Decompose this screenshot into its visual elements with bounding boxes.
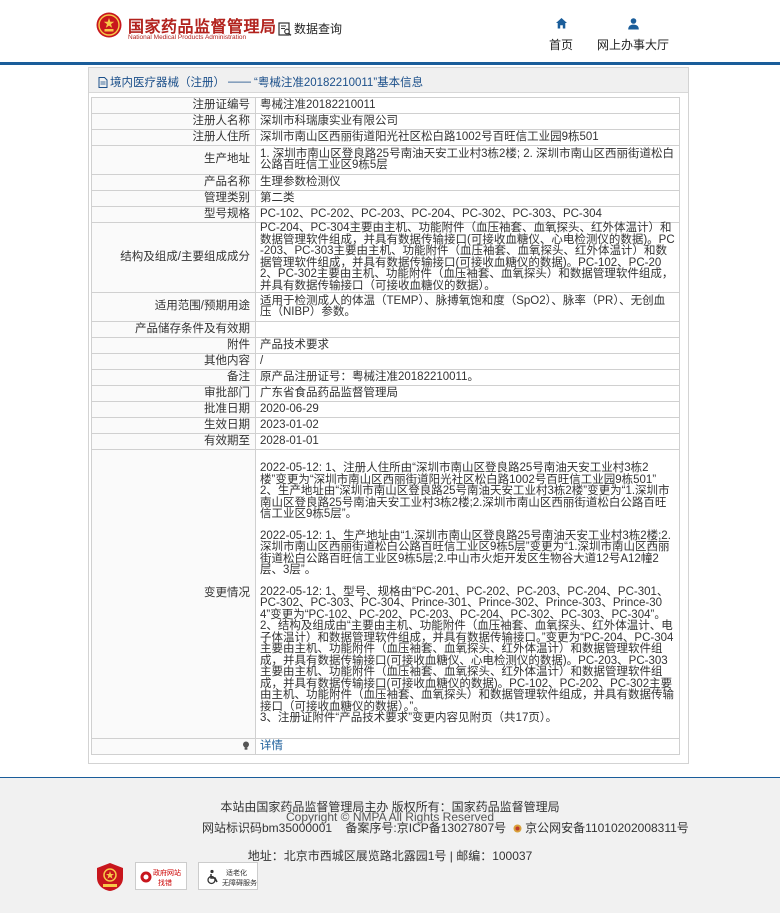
row-label: 产品名称 xyxy=(91,174,256,191)
table-row-attachment: 附件 产品技术要求 xyxy=(91,337,680,354)
gov-site-error-report-badge[interactable]: 政府网站 找错 xyxy=(135,862,187,890)
party-org-badge-icon[interactable] xyxy=(95,862,125,892)
row-value: 生理参数检测仪 xyxy=(255,174,680,191)
data-query-link[interactable]: 数据查询 xyxy=(278,20,342,37)
footer-site-id: 网站标识码bm35000001 xyxy=(202,821,333,835)
table-row-production-address: 生产地址 1. 深圳市南山区登良路25号南油天安工业村3栋2楼; 2. 深圳市南山… xyxy=(91,145,680,175)
row-value: 第二类 xyxy=(255,190,680,207)
row-value: PC-102、PC-202、PC-203、PC-204、PC-302、PC-30… xyxy=(255,206,680,223)
gov-site-badge-line2: 找错 xyxy=(158,880,172,887)
nav-online-service-hall-label: 网上办事大厅 xyxy=(596,38,669,52)
row-label: 注册人名称 xyxy=(91,113,256,130)
row-value: 2020-06-29 xyxy=(255,401,680,418)
data-query-label: 数据查询 xyxy=(294,22,343,36)
row-label: 生效日期 xyxy=(91,417,256,434)
gov-site-logo-icon xyxy=(140,871,152,883)
row-label: 生产地址 xyxy=(91,145,256,175)
row-value: 产品技术要求 xyxy=(255,337,680,354)
row-label: 附件 xyxy=(91,337,256,354)
footer-police-link[interactable]: 京公网安备11010202008311号 xyxy=(525,821,689,835)
row-value: 原产品注册证号：粤械注准20182210011。 xyxy=(255,369,680,386)
site-header: 国家药品监督管理局 National Medical Products Admi… xyxy=(0,0,780,62)
change-entry: 2022-05-12: 1、型号、规格由“PC-201、PC-202、PC-20… xyxy=(260,585,674,725)
change-entry: 2022-05-12: 1、注册人住所由“深圳市南山区登良路25号南油天安工业村… xyxy=(260,462,670,521)
table-row-expiry-date: 有效期至 2028-01-01 xyxy=(91,433,680,450)
record-info-body: 注册证编号 粤械注准20182210011 注册人名称 深圳市科瑞康实业有限公司 注册人… xyxy=(91,97,680,755)
gov-site-badge-line1: 政府网站 xyxy=(153,870,181,877)
panel-header: 境内医疗器械（注册） —— “粤械注准20182210011”基本信息 xyxy=(89,68,688,93)
detail-value-cell: 详情 xyxy=(255,738,680,755)
nav-home[interactable]: 首页 xyxy=(547,17,575,53)
site-footer: 本站由国家药品监督管理局主办 版权所有：国家药品监督管理局 Copyright … xyxy=(0,778,780,913)
footer-registration: 网站标识码bm35000001 备案序号:京ICP备13027807号 京公网安… xyxy=(202,822,702,834)
table-row-structure-composition: 结构及组成/主要组成成分 PC-204、PC-304主要由主机、功能附件（血压袖套… xyxy=(91,222,680,293)
table-row-model-spec: 型号规格 PC-102、PC-202、PC-203、PC-204、PC-302、P… xyxy=(91,206,680,223)
table-row-registration-number: 注册证编号 粤械注准20182210011 xyxy=(91,97,680,114)
accessibility-badge-line1: 适老化 xyxy=(226,870,247,877)
detail-link[interactable]: 详情 xyxy=(260,740,283,752)
breadcrumb-current-title: “粤械注准20182210011”基本信息 xyxy=(254,77,424,89)
record-panel: 境内医疗器械（注册） —— “粤械注准20182210011”基本信息 注册证编… xyxy=(88,67,689,764)
table-row-remarks: 备注 原产品注册证号：粤械注准20182210011。 xyxy=(91,369,680,386)
row-value: PC-204、PC-304主要由主机、功能附件（血压袖套、血氧探头、红外体温计）… xyxy=(255,222,680,293)
table-row-registrant-address: 注册人住所 深圳市南山区西丽街道阳光社区松白路1002号百旺信工业园9栋501 xyxy=(91,129,680,146)
table-row-detail: 详情 xyxy=(91,738,680,755)
site-logo-subtitle: National Medical Products Administration xyxy=(128,34,247,41)
police-badge-icon xyxy=(513,824,522,833)
row-label: 审批部门 xyxy=(91,385,256,402)
change-entry: 2022-05-12: 1、生产地址由“1.深圳市南山区登良路25号南油天安工业… xyxy=(260,529,671,577)
row-value: / xyxy=(255,353,680,370)
table-row-product-name: 产品名称 生理参数检测仪 xyxy=(91,174,680,191)
row-label: 型号规格 xyxy=(91,206,256,223)
table-row-registrant-name: 注册人名称 深圳市科瑞康实业有限公司 xyxy=(91,113,680,130)
table-row-management-class: 管理类别 第二类 xyxy=(91,190,680,207)
table-row-intended-use: 适用范围/预期用途 适用于检测成人的体温（TEMP）、脉搏氧饱和度（SpO2）、脉… xyxy=(91,292,680,322)
nav-online-service-hall[interactable]: 网上办事大厅 xyxy=(594,17,672,53)
row-label: 注册证编号 xyxy=(91,97,256,114)
row-value: 深圳市南山区西丽街道阳光社区松白路1002号百旺信工业园9栋501 xyxy=(255,129,680,146)
changes-content: 2022-05-12: 1、注册人住所由“深圳市南山区登良路25号南油天安工业村… xyxy=(255,449,680,739)
row-label: 变更情况 xyxy=(91,449,256,739)
row-label: 产品储存条件及有效期 xyxy=(91,321,256,338)
row-label: 适用范围/预期用途 xyxy=(91,292,256,322)
row-label: 批准日期 xyxy=(91,401,256,418)
row-label: 其他内容 xyxy=(91,353,256,370)
row-label: 注册人住所 xyxy=(91,129,256,146)
row-value: 1. 深圳市南山区登良路25号南油天安工业村3栋2楼; 2. 深圳市南山区西丽街… xyxy=(255,145,680,175)
record-info-table: 注册证编号 粤械注准20182210011 注册人名称 深圳市科瑞康实业有限公司 注册人… xyxy=(91,97,680,755)
row-value xyxy=(255,321,680,338)
table-row-changes: 变更情况 2022-05-12: 1、注册人住所由“深圳市南山区登良路25号南油天… xyxy=(91,449,680,739)
wheelchair-icon xyxy=(207,869,218,885)
detail-label-cell xyxy=(91,738,256,755)
row-value: 2023-01-02 xyxy=(255,417,680,434)
national-emblem-icon xyxy=(96,12,122,38)
table-row-other-content: 其他内容 / xyxy=(91,353,680,370)
breadcrumb-separator: —— xyxy=(228,76,251,88)
footer-icp-link[interactable]: 备案序号:京ICP备13027807号 xyxy=(345,821,506,835)
row-value: 适用于检测成人的体温（TEMP）、脉搏氧饱和度（SpO2）、脉率（PR）、无创血… xyxy=(255,292,680,322)
row-value: 粤械注准20182210011 xyxy=(255,97,680,114)
data-query-icon xyxy=(278,21,292,36)
row-label: 结构及组成/主要组成成分 xyxy=(91,222,256,293)
header-divider xyxy=(0,62,780,65)
row-value: 2028-01-01 xyxy=(255,433,680,450)
table-row-approval-dept: 审批部门 广东省食品药品监督管理局 xyxy=(91,385,680,402)
row-value: 深圳市科瑞康实业有限公司 xyxy=(255,113,680,130)
table-row-effective-date: 生效日期 2023-01-02 xyxy=(91,417,680,434)
accessibility-badge-line2: 无障碍服务 xyxy=(222,880,257,887)
home-icon xyxy=(555,18,567,29)
document-icon xyxy=(98,76,108,88)
row-label: 备注 xyxy=(91,369,256,386)
elderly-accessibility-badge[interactable]: 适老化 无障碍服务 xyxy=(198,862,258,890)
lightbulb-icon xyxy=(243,741,249,750)
table-row-approval-date: 批准日期 2020-06-29 xyxy=(91,401,680,418)
nav-home-label: 首页 xyxy=(548,38,573,52)
row-label: 管理类别 xyxy=(91,190,256,207)
table-row-storage-validity: 产品储存条件及有效期 xyxy=(91,321,680,338)
user-icon xyxy=(627,18,639,30)
breadcrumb: 境内医疗器械（注册） —— “粤械注准20182210011”基本信息 xyxy=(98,74,423,90)
breadcrumb-category-link[interactable]: 境内医疗器械（注册） xyxy=(110,74,225,90)
row-value: 广东省食品药品监督管理局 xyxy=(255,385,680,402)
row-label: 有效期至 xyxy=(91,433,256,450)
